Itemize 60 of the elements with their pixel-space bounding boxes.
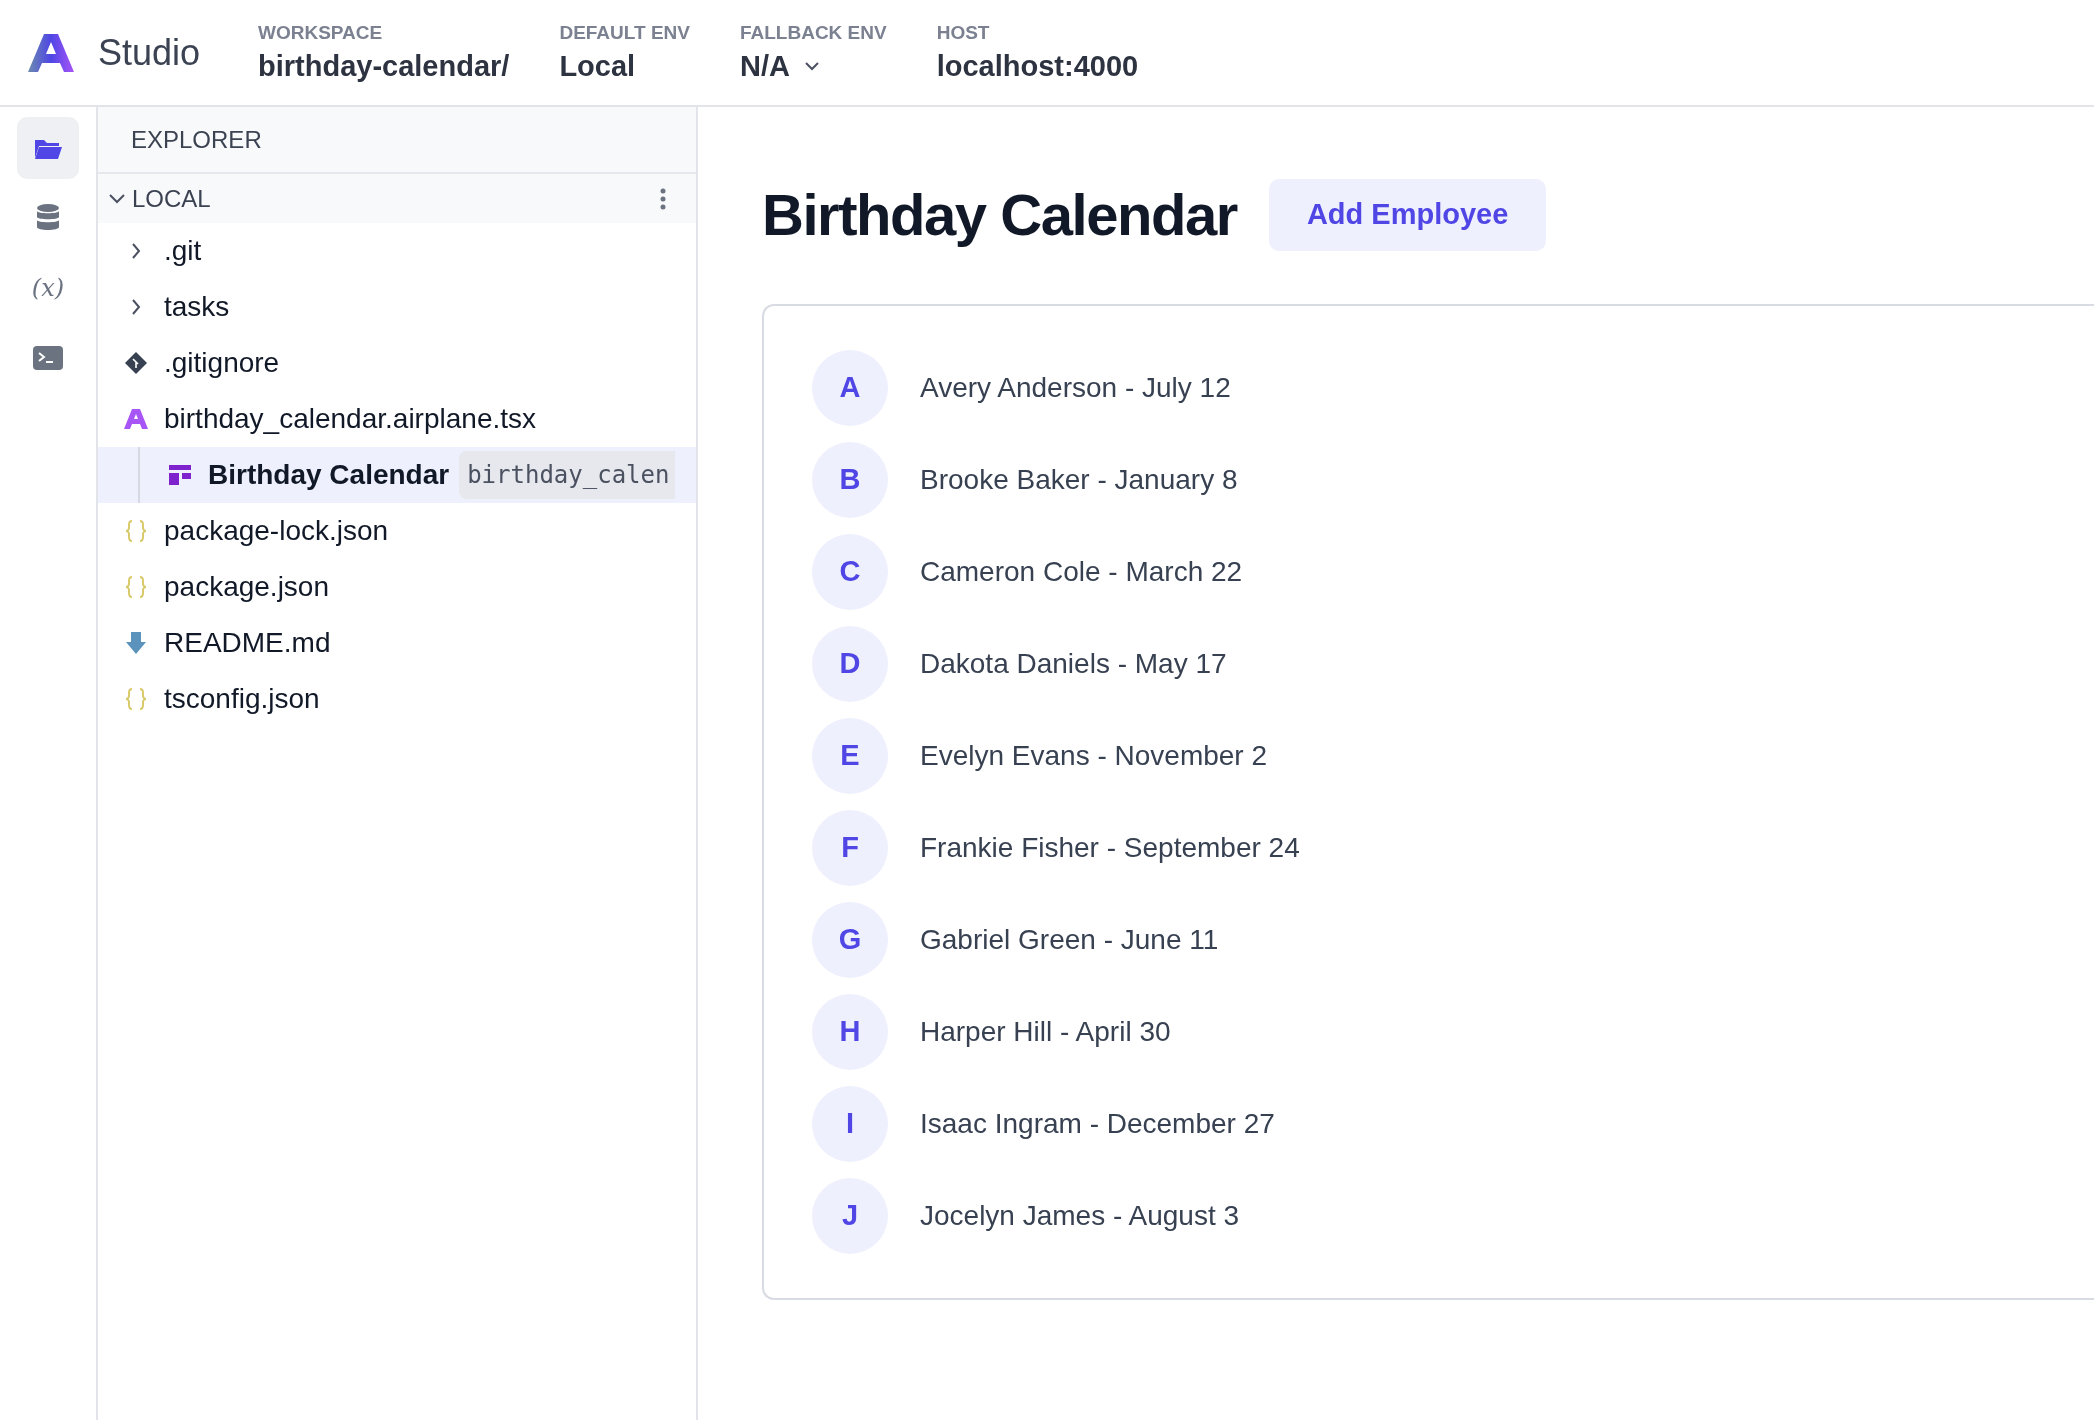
field-label: DEFAULT ENV — [559, 20, 690, 45]
chevron-down-icon — [803, 60, 820, 71]
env-dropdown[interactable]: N/A — [739, 45, 887, 86]
employee-entry: Jocelyn James - August 3 — [920, 1199, 1240, 1233]
app-name: Studio — [98, 30, 201, 75]
tree-item[interactable]: .git — [98, 223, 696, 279]
field-value: birthday-calendar/ — [258, 48, 510, 84]
employee-entry: Harper Hill - April 30 — [920, 1015, 1171, 1049]
initial-avatar: I — [812, 1086, 888, 1162]
logo-icon — [26, 31, 76, 74]
diamond-icon — [124, 351, 148, 375]
employee-entry: Frankie Fisher - September 24 — [920, 831, 1300, 865]
field-value: localhost:4000 — [936, 48, 1139, 84]
braces-icon — [125, 575, 147, 599]
initial-avatar: J — [812, 1178, 888, 1254]
field-label: FALLBACK ENV — [739, 20, 887, 45]
tree-item[interactable]: .gitignore — [98, 335, 696, 391]
initial-avatar: F — [812, 810, 888, 886]
employee-entry: Cameron Cole - March 22 — [920, 555, 1243, 589]
employee-entry: Avery Anderson - July 12 — [920, 371, 1231, 405]
initial-avatar: B — [812, 442, 888, 518]
tree-item[interactable]: README.md — [98, 615, 696, 671]
tree-item[interactable]: Birthday Calendar birthday_calen — [98, 447, 696, 503]
employee-entry: Dakota Daniels - May 17 — [920, 647, 1227, 681]
initial-avatar: H — [812, 994, 888, 1070]
initial-avatar: E — [812, 718, 888, 794]
field-label: WORKSPACE — [258, 20, 384, 45]
arrow-down-icon — [125, 631, 147, 655]
braces-icon — [125, 687, 147, 711]
field-label: HOST — [936, 20, 991, 45]
tree-item[interactable]: package.json — [98, 559, 696, 615]
more-options-icon — [660, 187, 666, 210]
chevron-right-icon — [131, 298, 141, 316]
initial-avatar: G — [812, 902, 888, 978]
initial-avatar: A — [812, 350, 888, 426]
tree-item[interactable]: birthday_calendar.airplane.tsx — [98, 391, 696, 447]
employee-entry: Isaac Ingram - December 27 — [920, 1107, 1275, 1141]
explorer-title: EXPLORER — [131, 124, 262, 155]
field-value: Local — [559, 48, 637, 84]
task-slug: birthday_calen — [459, 451, 676, 499]
files-tab[interactable] — [17, 117, 79, 179]
section-header[interactable]: LOCAL — [98, 174, 696, 223]
initial-avatar: D — [812, 626, 888, 702]
employee-entry: Brooke Baker - January 8 — [920, 463, 1238, 497]
employee-entry: Evelyn Evans - November 2 — [920, 739, 1268, 773]
initial-avatar: C — [812, 534, 888, 610]
chevron-down-icon — [108, 192, 126, 205]
layout-icon — [169, 465, 191, 485]
tree-item[interactable]: tsconfig.json — [98, 671, 696, 727]
employee-entry: Gabriel Green - June 11 — [920, 923, 1219, 957]
terminal-icon — [33, 346, 63, 370]
tree-item[interactable]: tasks — [98, 279, 696, 335]
page-title: Birthday Calendar — [762, 181, 1237, 249]
variables-tab[interactable]: (x) — [17, 257, 79, 319]
tree-item[interactable]: package-lock.json — [98, 503, 696, 559]
braces-icon — [125, 519, 147, 543]
add-employee-button[interactable]: Add Employee — [1268, 178, 1547, 251]
database-icon — [35, 203, 61, 233]
chevron-right-icon — [131, 242, 141, 260]
logo-icon — [123, 408, 149, 430]
